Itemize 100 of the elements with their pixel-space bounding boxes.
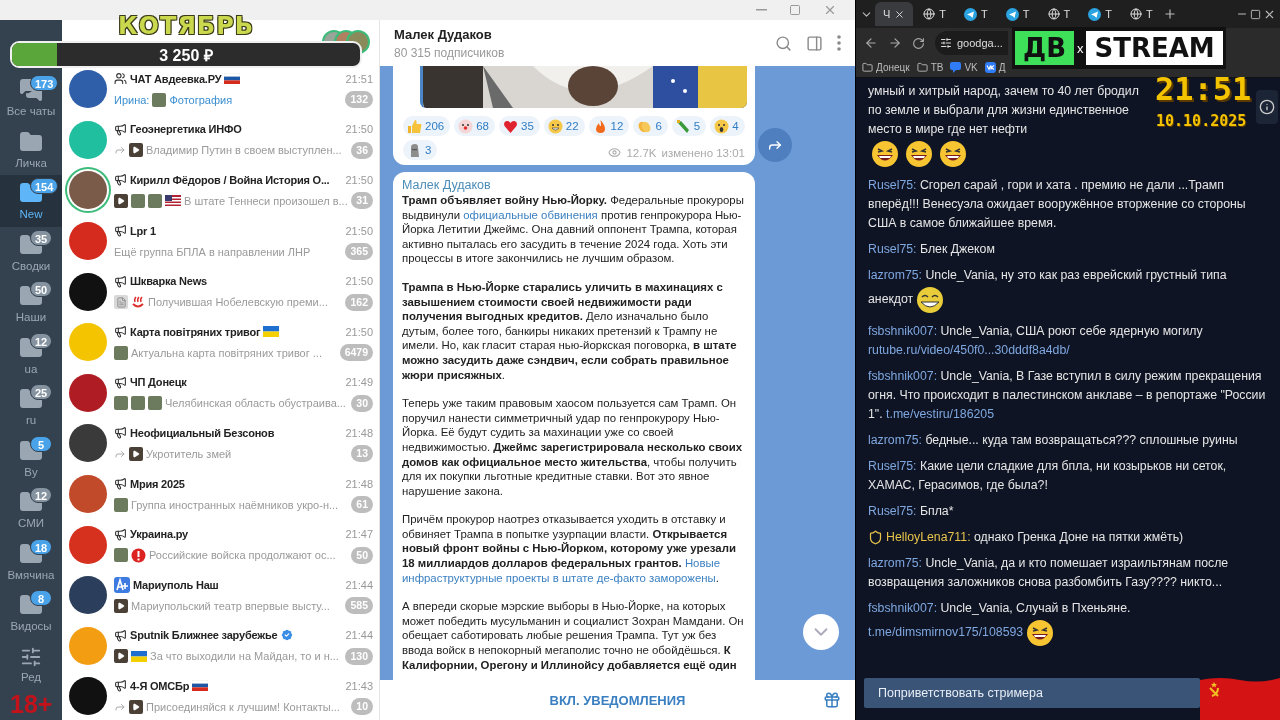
goal-amount: 3 250 ₽ (159, 45, 213, 66)
unread-badge: 5 (30, 435, 52, 452)
minimize-icon[interactable] (756, 9, 767, 11)
link[interactable]: официальные обвинения (463, 208, 598, 221)
unread-badge: 130 (345, 647, 373, 665)
share-button[interactable] (758, 128, 792, 162)
username[interactable]: fsbshnik007: (868, 369, 938, 383)
folder-tab[interactable]: Ред (0, 638, 62, 690)
username[interactable]: Rusel75: (868, 504, 917, 518)
chat-name: Sputnik Ближнее зарубежье (130, 629, 278, 642)
more-icon[interactable] (837, 35, 841, 51)
unread-badge: 18 (30, 538, 53, 555)
chat-message: Rusel75: Какие цели сладкие для бпла, ни козырьков ни сеток, ХАМАС, Герасимов, где была?! (868, 458, 1228, 494)
chat-list-item[interactable]: Карта повітряних тривог 21:50 Актуальна карта повітряних тривог ... 6479 (62, 316, 379, 368)
sidebar-icon (806, 34, 823, 52)
reaction-chip[interactable]: 12 (588, 116, 630, 136)
username[interactable]: Rusel75: (868, 459, 917, 473)
reaction-chip[interactable]: 3 (403, 140, 438, 160)
reload-icon (912, 36, 925, 50)
unread-badge: 50 (351, 546, 373, 564)
chat-list-item[interactable]: Украина.ру 21:47 Российские войска продолжают ос... 50 (62, 519, 379, 570)
browser-tab[interactable]: Т (1122, 2, 1161, 26)
link[interactable]: Новые (684, 557, 721, 570)
age-rating: 18+ (10, 691, 53, 717)
bookmark[interactable]: Донецк (862, 62, 910, 73)
unread-badge: 8 (30, 590, 52, 606)
chat-list-item[interactable]: Кирилл Фёдоров / Война История О... 21:50 В штате Теннеси произошел в... 31 (62, 165, 379, 216)
unread-badge: 10 (351, 698, 373, 716)
enable-notifications-button[interactable]: ВКЛ. УВЕДОМЛЕНИЯ (543, 691, 692, 709)
username[interactable]: fsbshnik007: (868, 601, 938, 615)
reaction-chip[interactable]: 4 (710, 116, 745, 136)
reaction-chip[interactable]: 5 (671, 116, 707, 136)
link[interactable]: инфраструктурные проекты в штате де-факто заморожены (402, 571, 716, 584)
reaction-chip[interactable]: 206 (403, 116, 451, 136)
chat-list-item[interactable]: Lpr 1 21:50 Ещё группа БПЛА в направлении ЛНР 365 (62, 215, 379, 267)
reaction-chip[interactable]: 6 (633, 116, 668, 136)
folder-label: By (24, 465, 38, 478)
chat-list-item[interactable]: 4-Я ОМСБр 21:43 Присоединяйся к лучшим! Контакты... 10 (62, 671, 379, 720)
chat-time: 21:50 (344, 224, 373, 237)
maximize-icon (1250, 8, 1261, 20)
chat-time: 21:51 (344, 72, 373, 85)
bookmark[interactable]: ТВ (916, 62, 944, 73)
chat-list-item[interactable]: Sputnik Ближнее зарубежье 21:44 За что выходили на Майдан, то и н... 130 (62, 620, 379, 672)
edited-label: изменено 13:01 (661, 146, 745, 159)
browser-tab[interactable]: Ч (875, 2, 914, 26)
chat-list-item[interactable]: Мрия 2025 21:48 Группа иностранных наёмников укро-н... 61 (62, 468, 379, 520)
folder-label: Наши (15, 311, 47, 324)
folder-tab[interactable]: Личка (0, 123, 62, 175)
username[interactable]: lazrom75: (868, 556, 922, 570)
folder-tab[interactable]: 35 Сводки (0, 226, 62, 278)
username[interactable]: Rusel75: (868, 242, 917, 256)
browser-tab[interactable]: Т (956, 2, 996, 26)
bookmark[interactable]: VK (950, 62, 978, 73)
message-preview: Мариупольский театр впервые высту... (131, 599, 330, 612)
folder-label: Видосы (10, 620, 52, 633)
greet-streamer-button[interactable]: Поприветствовать стримера (864, 678, 1200, 708)
link[interactable]: t.me/vestiru/186205 (886, 407, 995, 421)
browser-tab[interactable]: Т (1039, 2, 1079, 26)
folder-tab[interactable]: 154 New (0, 175, 62, 227)
browser-tab[interactable]: Т (997, 2, 1038, 26)
link[interactable]: rutube.ru/video/450f0...30dddf8a4db/ (868, 343, 1070, 357)
chat-list-item[interactable]: Неофициальный Безсонов 21:48 Укротитель змей 13 (62, 418, 379, 469)
chat-list-item[interactable]: ЧП Донецк 21:49 Челябинская область обустраива... 30 (62, 367, 379, 419)
username[interactable]: Rusel75: (868, 178, 917, 192)
unread-badge: 6479 (339, 344, 373, 362)
chat-list-item[interactable]: Шкварка News 21:50 Получившая Нобелевскую преми... 162 (62, 266, 379, 317)
bookmark[interactable]: Д (984, 62, 1006, 73)
info-button[interactable] (1256, 90, 1278, 124)
username[interactable]: lazrom75: (868, 433, 922, 447)
reaction-chip[interactable]: 22 (543, 116, 585, 136)
chat-name: Кирилл Фёдоров / Война История О... (130, 174, 330, 186)
forward-icon (888, 36, 902, 50)
address-bar[interactable]: goodga... (935, 31, 1008, 55)
folder-tab[interactable]: 12 ua (0, 329, 62, 381)
reaction-chip[interactable]: 35 (499, 116, 540, 136)
username[interactable]: lazrom75: (868, 268, 922, 282)
folder-tab[interactable]: 50 Наши (0, 278, 62, 330)
stream-goal-title: КОТЯБРЬ (118, 12, 255, 40)
message-preview: Ещё группа БПЛА в направлении ЛНР (114, 245, 311, 258)
chat-list-item[interactable]: ЧАТ Авдеевка.РУ 21:51 Ирина: Фотография 132 (62, 64, 379, 115)
folder-tab[interactable]: 25 ru (0, 381, 62, 433)
username[interactable]: fsbshnik007: (868, 324, 938, 338)
chat-list-item[interactable]: Геоэнергетика ИНФО 21:50 Владимир Путин в своем выступлен... 36 (62, 114, 379, 166)
folder-tab[interactable]: 8 Видосы (0, 587, 62, 639)
folder-tab[interactable]: 12 СМИ (0, 484, 62, 536)
message-preview: Челябинская область обустраива... (165, 397, 346, 410)
browser-tab[interactable]: Т (1080, 2, 1120, 26)
unread-badge: 61 (351, 496, 373, 514)
chat-list-item[interactable]: Мариуполь Наш 21:44 Мариупольский театр впервые высту... 585 (62, 569, 379, 621)
unread-badge: 585 (345, 597, 373, 615)
chat-message: lazrom75: бедные... куда там возвращаться??? сплошные руины (868, 432, 1239, 449)
reaction-chip[interactable]: 68 (454, 116, 495, 136)
link[interactable]: t.me/dimsmirnov175/108593 (868, 625, 1024, 640)
folder-label: ru (25, 414, 37, 427)
scroll-down-button[interactable] (803, 614, 839, 650)
folder-tab[interactable]: 5 By (0, 432, 62, 484)
browser-tab[interactable]: Т (915, 2, 955, 26)
folder-tab[interactable]: 18 Вмячина (0, 535, 62, 587)
username[interactable]: HelloyLena711: (886, 530, 971, 544)
folder-tab[interactable]: 173 Все чаты (0, 72, 62, 124)
